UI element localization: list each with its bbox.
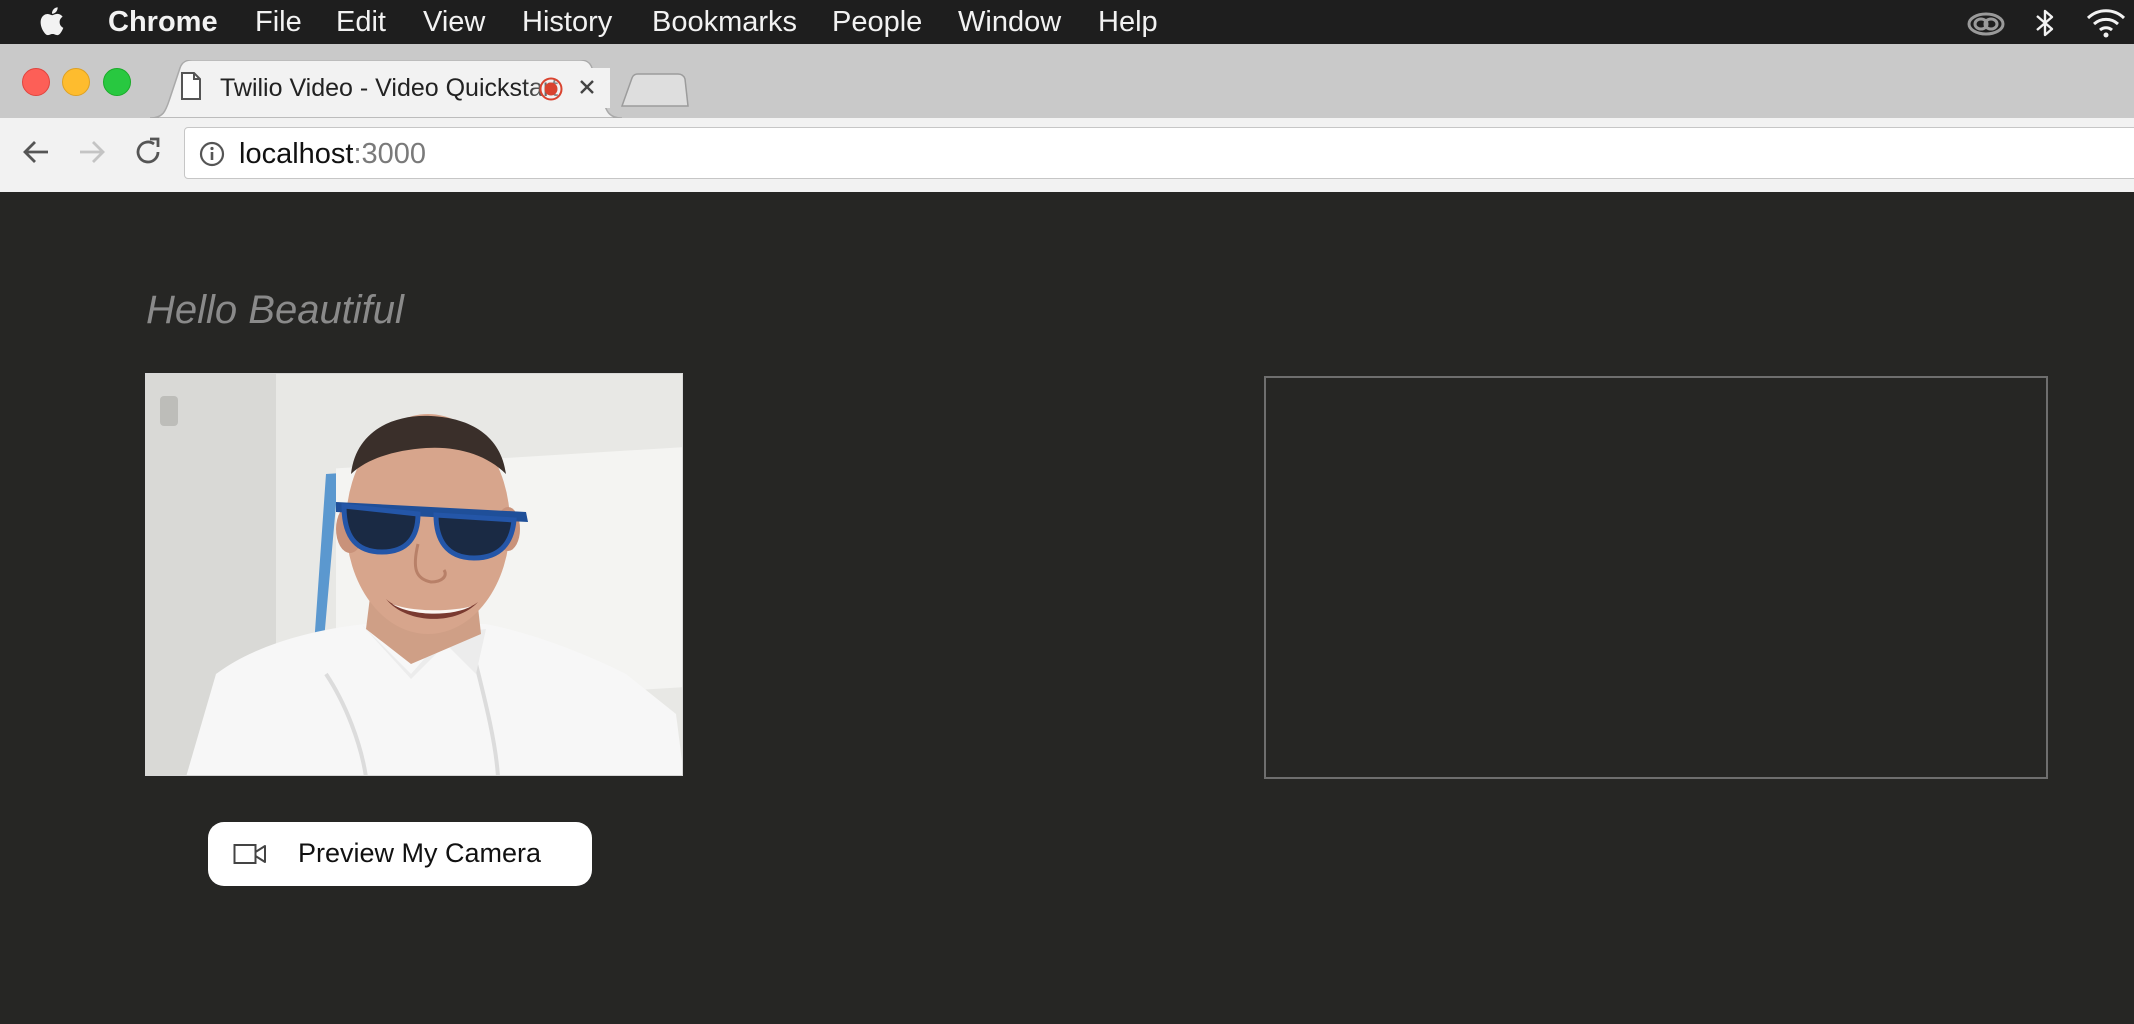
creative-cloud-icon[interactable]: [1966, 7, 2006, 44]
window-minimize-button[interactable]: [62, 68, 90, 96]
preview-camera-button[interactable]: Preview My Camera: [208, 822, 592, 886]
url-text[interactable]: localhost:3000: [239, 138, 426, 171]
tab-title-fade: [520, 68, 610, 108]
menu-bookmarks[interactable]: Bookmarks: [652, 6, 797, 39]
macos-menu-bar: Chrome File Edit View History Bookmarks …: [0, 0, 2134, 44]
bluetooth-icon[interactable]: [2034, 7, 2056, 44]
apple-logo-icon[interactable]: [40, 5, 68, 42]
greeting-heading: Hello Beautiful: [146, 288, 404, 332]
address-bar[interactable]: localhost:3000: [184, 127, 2134, 179]
video-camera-icon: [233, 842, 267, 869]
menu-help[interactable]: Help: [1098, 6, 1158, 39]
local-video-preview: [145, 373, 683, 776]
tab-close-icon[interactable]: [578, 78, 596, 101]
url-host: localhost: [239, 138, 354, 170]
url-port: :3000: [353, 138, 427, 170]
local-camera-feed: [146, 374, 682, 775]
page-content: Hello Beautiful Preview My Camera: [0, 192, 2134, 1024]
menu-people[interactable]: People: [832, 6, 922, 39]
forward-arrow-icon[interactable]: [76, 136, 108, 173]
document-icon: [180, 72, 202, 105]
menu-view[interactable]: View: [423, 6, 485, 39]
preview-camera-label: Preview My Camera: [298, 838, 542, 868]
recording-dot-icon: [539, 77, 563, 106]
remote-video-container: [1264, 376, 2048, 779]
menu-window[interactable]: Window: [958, 6, 1061, 39]
menu-file[interactable]: File: [255, 6, 302, 39]
menu-edit[interactable]: Edit: [336, 6, 386, 39]
window-maximize-button[interactable]: [103, 68, 131, 96]
reload-icon[interactable]: [132, 136, 164, 173]
menu-history[interactable]: History: [522, 6, 612, 39]
wifi-icon[interactable]: [2086, 7, 2126, 44]
new-tab-button[interactable]: [620, 72, 690, 113]
site-info-icon[interactable]: [199, 141, 225, 172]
menu-app-chrome[interactable]: Chrome: [108, 6, 218, 39]
browser-tab-active[interactable]: Twilio Video - Video Quickstart: [150, 60, 622, 118]
back-arrow-icon[interactable]: [20, 136, 52, 173]
window-close-button[interactable]: [22, 68, 50, 96]
